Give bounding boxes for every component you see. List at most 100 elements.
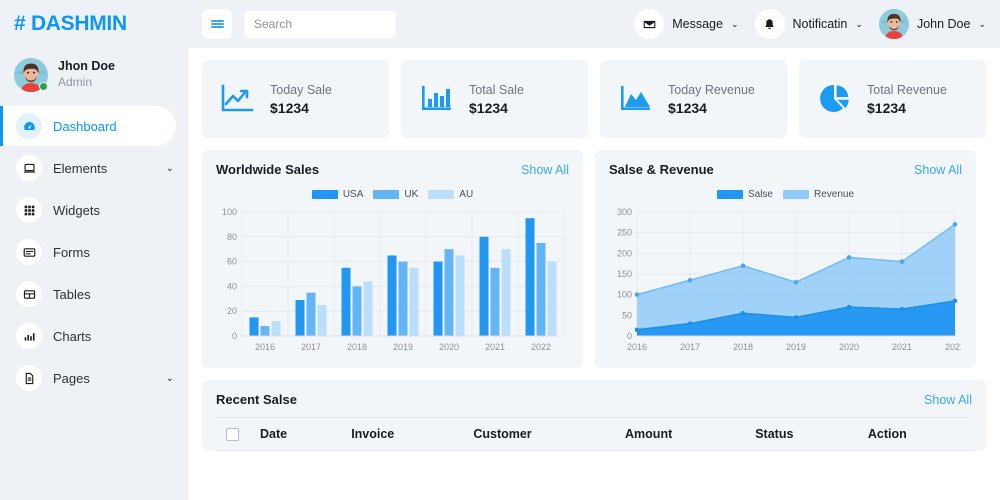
charts-row: Worldwide Sales Show All USA UK AU 0 20 … [202, 150, 986, 368]
sidebar-item-widgets[interactable]: Widgets [0, 190, 188, 230]
page-icon [16, 365, 42, 391]
svg-text:2016: 2016 [627, 342, 647, 352]
chevron-down-icon[interactable]: ⌄ [855, 19, 863, 30]
chevron-down-icon[interactable]: ⌄ [166, 373, 174, 384]
brand-text: # DASHMIN [14, 12, 127, 36]
user-name-label: John Doe [916, 17, 971, 31]
stat-text: Today Revenue $1234 [668, 83, 755, 116]
legend-label: Salse [747, 189, 773, 200]
sidebar-item-charts[interactable]: Charts [0, 316, 188, 356]
column-header-date[interactable]: Date [250, 417, 342, 451]
sidebar-item-dashboard[interactable]: Dashboard [0, 106, 176, 146]
svg-text:2017: 2017 [301, 342, 321, 352]
search-input[interactable] [244, 10, 396, 38]
svg-text:2016: 2016 [255, 342, 275, 352]
stat-card-total-revenue[interactable]: Total Revenue $1234 [799, 60, 986, 138]
sales-revenue-panel: Salse & Revenue Show All Salse Revenue 0… [595, 150, 976, 368]
table-head: Date Invoice Customer Amount Status Acti… [216, 417, 972, 451]
dashboard-icon [16, 113, 42, 139]
dashboard-app: # DASHMIN Jhon Doe Admin Dashboard Eleme… [0, 0, 1000, 500]
avatar-wrap [14, 58, 48, 92]
svg-text:150: 150 [617, 269, 632, 279]
online-status-dot [39, 82, 48, 91]
svg-text:20: 20 [227, 306, 237, 316]
stat-value: $1234 [867, 99, 906, 116]
legend-swatch [373, 190, 400, 199]
show-all-link[interactable]: Show All [914, 163, 962, 177]
notification-label: Notificatin [792, 17, 848, 31]
chevron-down-icon[interactable]: ⌄ [978, 19, 986, 30]
column-header-status[interactable]: Status [745, 417, 858, 451]
forms-icon [16, 239, 42, 265]
column-header-invoice[interactable]: Invoice [341, 417, 464, 451]
select-all-cell [216, 417, 250, 451]
sidebar-item-label: Widgets [53, 202, 100, 218]
line-chart-arrow-icon [220, 84, 256, 114]
svg-text:0: 0 [627, 331, 632, 341]
sidebar-item-pages[interactable]: Pages ⌄ [0, 358, 188, 398]
brand-logo[interactable]: # DASHMIN [0, 0, 188, 48]
legend-swatch [428, 190, 455, 199]
pie-chart-icon [817, 83, 853, 115]
sidebar-item-elements[interactable]: Elements ⌄ [0, 148, 188, 188]
chevron-down-icon[interactable]: ⌄ [166, 163, 174, 174]
svg-text:2020: 2020 [839, 342, 859, 352]
svg-text:200: 200 [617, 248, 632, 258]
legend-label: AU [459, 189, 474, 200]
column-header-customer[interactable]: Customer [463, 417, 616, 451]
column-header-action[interactable]: Action [857, 417, 972, 451]
brand-name: DASHMIN [30, 12, 127, 35]
area-chart-plot: 0 50 100 150 200 250 300 2016 2017 2018 2019 2020 20… [609, 206, 962, 358]
panel-header: Recent Salse Show All [216, 392, 972, 407]
sidebar-item-forms[interactable]: Forms [0, 232, 188, 272]
stat-label: Today Sale [270, 82, 332, 97]
main-area: Message ⌄ Notificatin ⌄ [188, 0, 1000, 500]
profile-name: Jhon Doe [58, 59, 115, 74]
hamburger-bars [210, 18, 224, 30]
hamburger-icon[interactable] [202, 9, 232, 39]
topbar-right: Message ⌄ Notificatin ⌄ John Doe ⌄ [634, 9, 986, 39]
panel-title: Recent Salse [216, 392, 297, 407]
show-all-link[interactable]: Show All [521, 163, 569, 177]
bar-chart-legend: USA UK AU [216, 189, 569, 200]
select-all-checkbox[interactable] [226, 427, 239, 441]
area-chart-legend: Salse Revenue [609, 189, 962, 200]
stat-card-today-sale[interactable]: Today Sale $1234 [202, 60, 389, 138]
stat-card-today-revenue[interactable]: Today Revenue $1234 [600, 60, 787, 138]
sidebar-item-label: Charts [53, 328, 92, 344]
recent-sales-panel: Recent Salse Show All Date Invoice Custo… [202, 380, 986, 451]
column-header-amount[interactable]: Amount [615, 417, 746, 451]
message-menu[interactable]: Message ⌄ [634, 9, 739, 39]
stat-label: Total Sale [469, 82, 524, 97]
svg-text:40: 40 [227, 281, 237, 291]
svg-text:50: 50 [622, 310, 632, 320]
sidebar-item-tables[interactable]: Tables [0, 274, 188, 314]
svg-text:250: 250 [617, 228, 632, 238]
message-label: Message [672, 17, 723, 31]
envelope-icon [634, 9, 665, 39]
laptop-icon [16, 155, 42, 181]
panel-header: Salse & Revenue Show All [609, 162, 962, 177]
show-all-link[interactable]: Show All [924, 393, 972, 407]
stat-cards: Today Sale $1234 Total Sale $1234 Today … [202, 60, 986, 138]
legend-item-au: AU [428, 189, 473, 200]
worldwide-sales-panel: Worldwide Sales Show All USA UK AU 0 20 … [202, 150, 583, 368]
svg-text:2019: 2019 [786, 342, 806, 352]
stat-card-total-sale[interactable]: Total Sale $1234 [401, 60, 588, 138]
svg-text:2021: 2021 [485, 342, 505, 352]
panel-title: Salse & Revenue [609, 162, 714, 177]
area-chart-svg: 0 50 100 150 200 250 300 2016 2017 2018 2019 2020 20… [617, 207, 961, 352]
notification-menu[interactable]: Notificatin ⌄ [754, 9, 863, 39]
bell-icon [754, 9, 785, 39]
sidebar-profile[interactable]: Jhon Doe Admin [0, 48, 188, 106]
legend-swatch [782, 190, 809, 199]
profile-text: Jhon Doe Admin [58, 59, 115, 90]
user-menu[interactable]: John Doe ⌄ [878, 9, 986, 39]
grid-icon [16, 197, 42, 223]
avatar [878, 9, 909, 39]
chevron-down-icon[interactable]: ⌄ [731, 19, 739, 30]
svg-text:100: 100 [617, 290, 632, 300]
legend-swatch [311, 190, 338, 199]
chart-icon [16, 323, 42, 349]
sidebar-item-label: Pages [53, 370, 90, 386]
